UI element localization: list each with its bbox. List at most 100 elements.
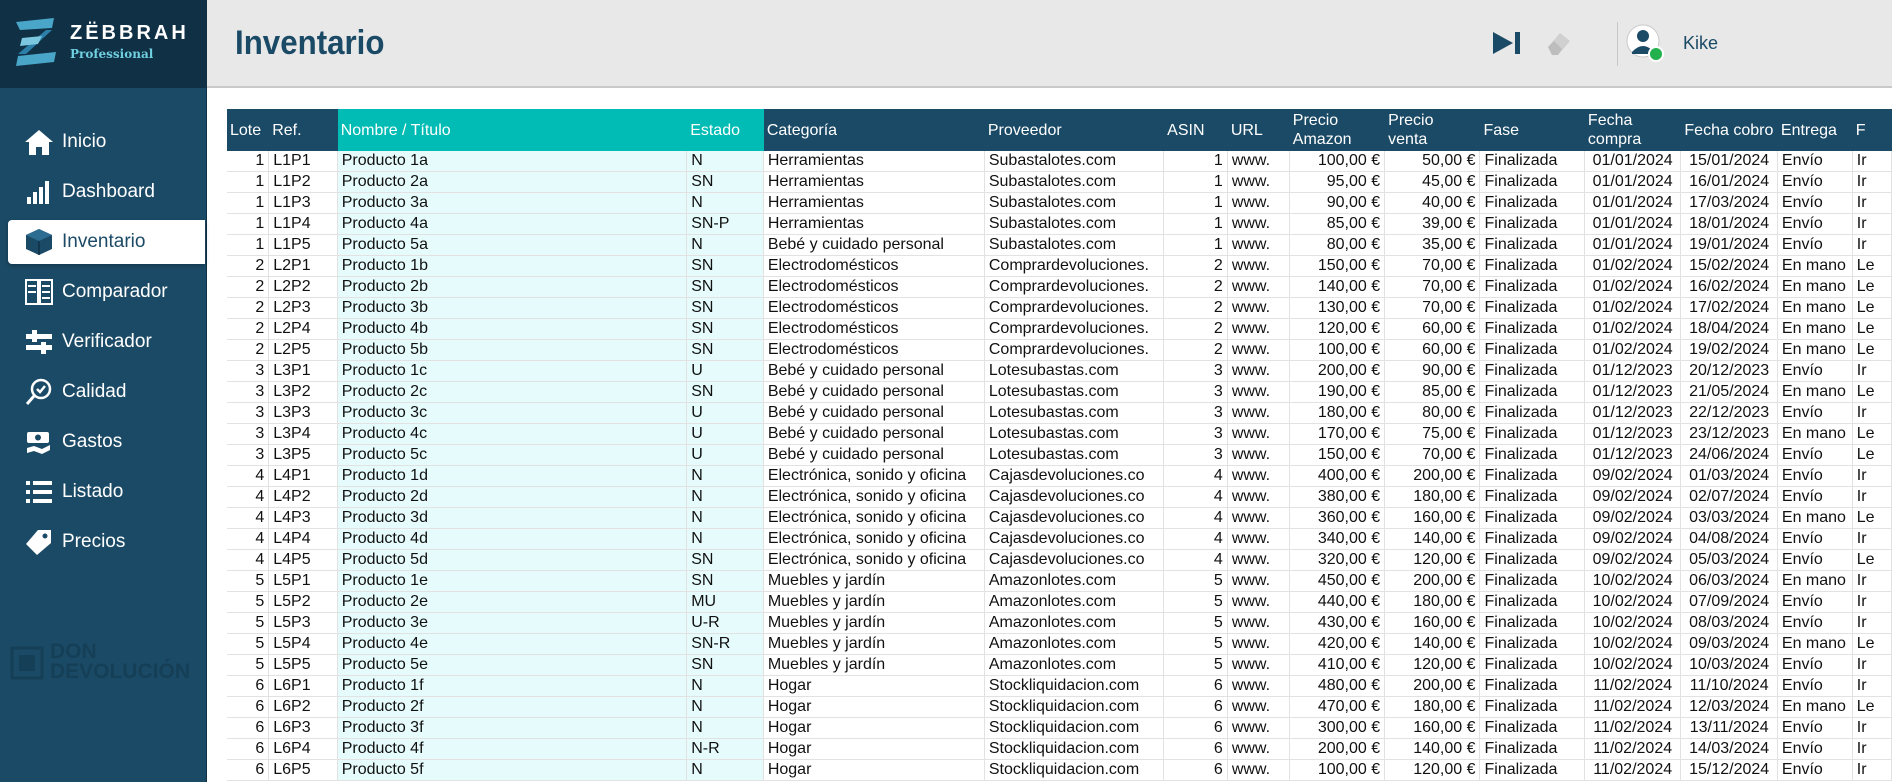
table-cell[interactable]: 5	[227, 591, 270, 613]
table-row[interactable]: 4 L4P2 Producto 2d N Electrónica, sonido y o…	[227, 486, 1892, 508]
table-cell[interactable]: Envío	[1777, 738, 1853, 760]
table-cell[interactable]: Herramientas	[763, 192, 985, 214]
table-cell[interactable]: Stockliquidacion.com	[984, 717, 1165, 739]
table-cell[interactable]: Subastalotes.com	[984, 151, 1165, 172]
table-cell[interactable]: Finalizada	[1479, 654, 1585, 676]
table-row[interactable]: 6 L6P4 Producto 4f N-R Hogar Stockliquidacion…	[227, 738, 1892, 760]
table-cell[interactable]: N	[686, 528, 764, 550]
table-cell[interactable]: 3	[227, 423, 270, 445]
table-cell[interactable]: L5P3	[268, 612, 338, 634]
table-cell[interactable]: 01/12/2023	[1584, 360, 1682, 382]
table-cell[interactable]: Envío	[1777, 192, 1853, 214]
table-cell[interactable]: 01/02/2024	[1584, 318, 1682, 340]
table-cell[interactable]: Hogar	[763, 717, 985, 739]
table-cell[interactable]: Producto 5f	[337, 759, 688, 781]
table-cell[interactable]: Envío	[1777, 360, 1853, 382]
table-cell[interactable]: U-R	[686, 612, 764, 634]
sidebar-item-inicio[interactable]: Inicio	[0, 120, 206, 164]
table-cell[interactable]: 380,00 €	[1289, 486, 1386, 508]
table-cell[interactable]: 120,00 €	[1384, 654, 1481, 676]
table-cell[interactable]: 09/02/2024	[1584, 507, 1682, 529]
eraser-button[interactable]	[1541, 26, 1577, 60]
table-cell[interactable]: 15/12/2024	[1680, 759, 1778, 781]
table-cell[interactable]: www.	[1227, 151, 1290, 172]
table-cell[interactable]: Stockliquidacion.com	[984, 738, 1165, 760]
table-cell[interactable]: 95,00 €	[1289, 171, 1386, 193]
table-cell[interactable]: 09/02/2024	[1584, 486, 1682, 508]
table-cell[interactable]: www.	[1227, 444, 1290, 466]
table-cell[interactable]: 6	[227, 717, 270, 739]
table-cell[interactable]: Electrodomésticos	[763, 339, 985, 361]
sidebar-item-inventario[interactable]: Inventario	[8, 220, 205, 264]
table-cell[interactable]: 11/10/2024	[1680, 675, 1778, 697]
table-cell[interactable]: Finalizada	[1479, 297, 1585, 319]
table-cell[interactable]: 90,00 €	[1289, 192, 1386, 214]
table-cell[interactable]: Ir	[1852, 675, 1892, 697]
table-cell[interactable]: 16/01/2024	[1680, 171, 1778, 193]
table-row[interactable]: 6 L6P3 Producto 3f N Hogar Stockliquidacion.c…	[227, 717, 1892, 739]
table-cell[interactable]: L4P3	[268, 507, 338, 529]
table-cell[interactable]: 190,00 €	[1289, 381, 1386, 403]
table-cell[interactable]: 120,00 €	[1384, 549, 1481, 571]
table-cell[interactable]: Comprardevoluciones.	[984, 276, 1165, 298]
table-cell[interactable]: Ir	[1852, 528, 1892, 550]
table-cell[interactable]: Ir	[1852, 234, 1892, 256]
table-cell[interactable]: Finalizada	[1479, 759, 1585, 781]
table-cell[interactable]: 180,00 €	[1384, 696, 1481, 718]
table-cell[interactable]: L4P4	[268, 528, 338, 550]
table-cell[interactable]: 1	[227, 192, 270, 214]
table-cell[interactable]: Finalizada	[1479, 528, 1585, 550]
table-cell[interactable]: 01/12/2023	[1584, 402, 1682, 424]
table-cell[interactable]: Envío	[1777, 654, 1853, 676]
table-cell[interactable]: www.	[1227, 528, 1290, 550]
table-cell[interactable]: Comprardevoluciones.	[984, 255, 1165, 277]
table-cell[interactable]: Ir	[1852, 612, 1892, 634]
table-cell[interactable]: 01/02/2024	[1584, 297, 1682, 319]
table-cell[interactable]: 60,00 €	[1384, 318, 1481, 340]
table-cell[interactable]: 09/02/2024	[1584, 528, 1682, 550]
table-cell[interactable]: 01/02/2024	[1584, 276, 1682, 298]
table-cell[interactable]: En mano	[1777, 381, 1853, 403]
table-cell[interactable]: SN-P	[686, 213, 764, 235]
table-cell[interactable]: 01/01/2024	[1584, 171, 1682, 193]
table-cell[interactable]: Electrónica, sonido y oficina	[763, 486, 985, 508]
table-cell[interactable]: Finalizada	[1479, 717, 1585, 739]
table-cell[interactable]: Finalizada	[1479, 486, 1585, 508]
table-cell[interactable]: Herramientas	[763, 213, 985, 235]
table-cell[interactable]: Muebles y jardín	[763, 612, 985, 634]
table-cell[interactable]: L2P1	[268, 255, 338, 277]
table-cell[interactable]: L1P1	[268, 151, 338, 172]
table-cell[interactable]: Subastalotes.com	[984, 171, 1165, 193]
table-cell[interactable]: Ir	[1852, 171, 1892, 193]
table-cell[interactable]: L1P4	[268, 213, 338, 235]
table-cell[interactable]: Producto 1a	[337, 151, 688, 172]
table-cell[interactable]: 3	[227, 402, 270, 424]
table-cell[interactable]: 5	[1163, 654, 1228, 676]
column-header[interactable]: Precio venta	[1384, 109, 1481, 151]
table-cell[interactable]: 85,00 €	[1384, 381, 1481, 403]
table-cell[interactable]: www.	[1227, 549, 1290, 571]
table-cell[interactable]: 140,00 €	[1289, 276, 1386, 298]
table-cell[interactable]: 6	[227, 738, 270, 760]
table-cell[interactable]: Producto 4f	[337, 738, 688, 760]
table-cell[interactable]: 10/03/2024	[1680, 654, 1778, 676]
table-cell[interactable]: 5	[227, 570, 270, 592]
table-cell[interactable]: SN	[686, 171, 764, 193]
table-cell[interactable]: Producto 4b	[337, 318, 688, 340]
table-cell[interactable]: Hogar	[763, 696, 985, 718]
table-cell[interactable]: Ir	[1852, 591, 1892, 613]
table-cell[interactable]: 01/03/2024	[1680, 465, 1778, 487]
table-cell[interactable]: 130,00 €	[1289, 297, 1386, 319]
table-row[interactable]: 1 L1P3 Producto 3a N Herramientas Subastalote…	[227, 192, 1892, 214]
table-cell[interactable]: Le	[1852, 696, 1892, 718]
table-row[interactable]: 2 L2P5 Producto 5b SN Electrodomésticos Compr…	[227, 339, 1892, 361]
table-cell[interactable]: N	[686, 151, 764, 172]
table-cell[interactable]: 70,00 €	[1384, 297, 1481, 319]
table-cell[interactable]: Amazonlotes.com	[984, 612, 1165, 634]
table-cell[interactable]: 3	[227, 381, 270, 403]
table-cell[interactable]: 21/05/2024	[1680, 381, 1778, 403]
table-cell[interactable]: Ir	[1852, 465, 1892, 487]
table-cell[interactable]: En mano	[1777, 255, 1853, 277]
table-cell[interactable]: Electrónica, sonido y oficina	[763, 507, 985, 529]
table-row[interactable]: 1 L1P1 Producto 1a N Herramientas Subastalote…	[227, 151, 1892, 172]
